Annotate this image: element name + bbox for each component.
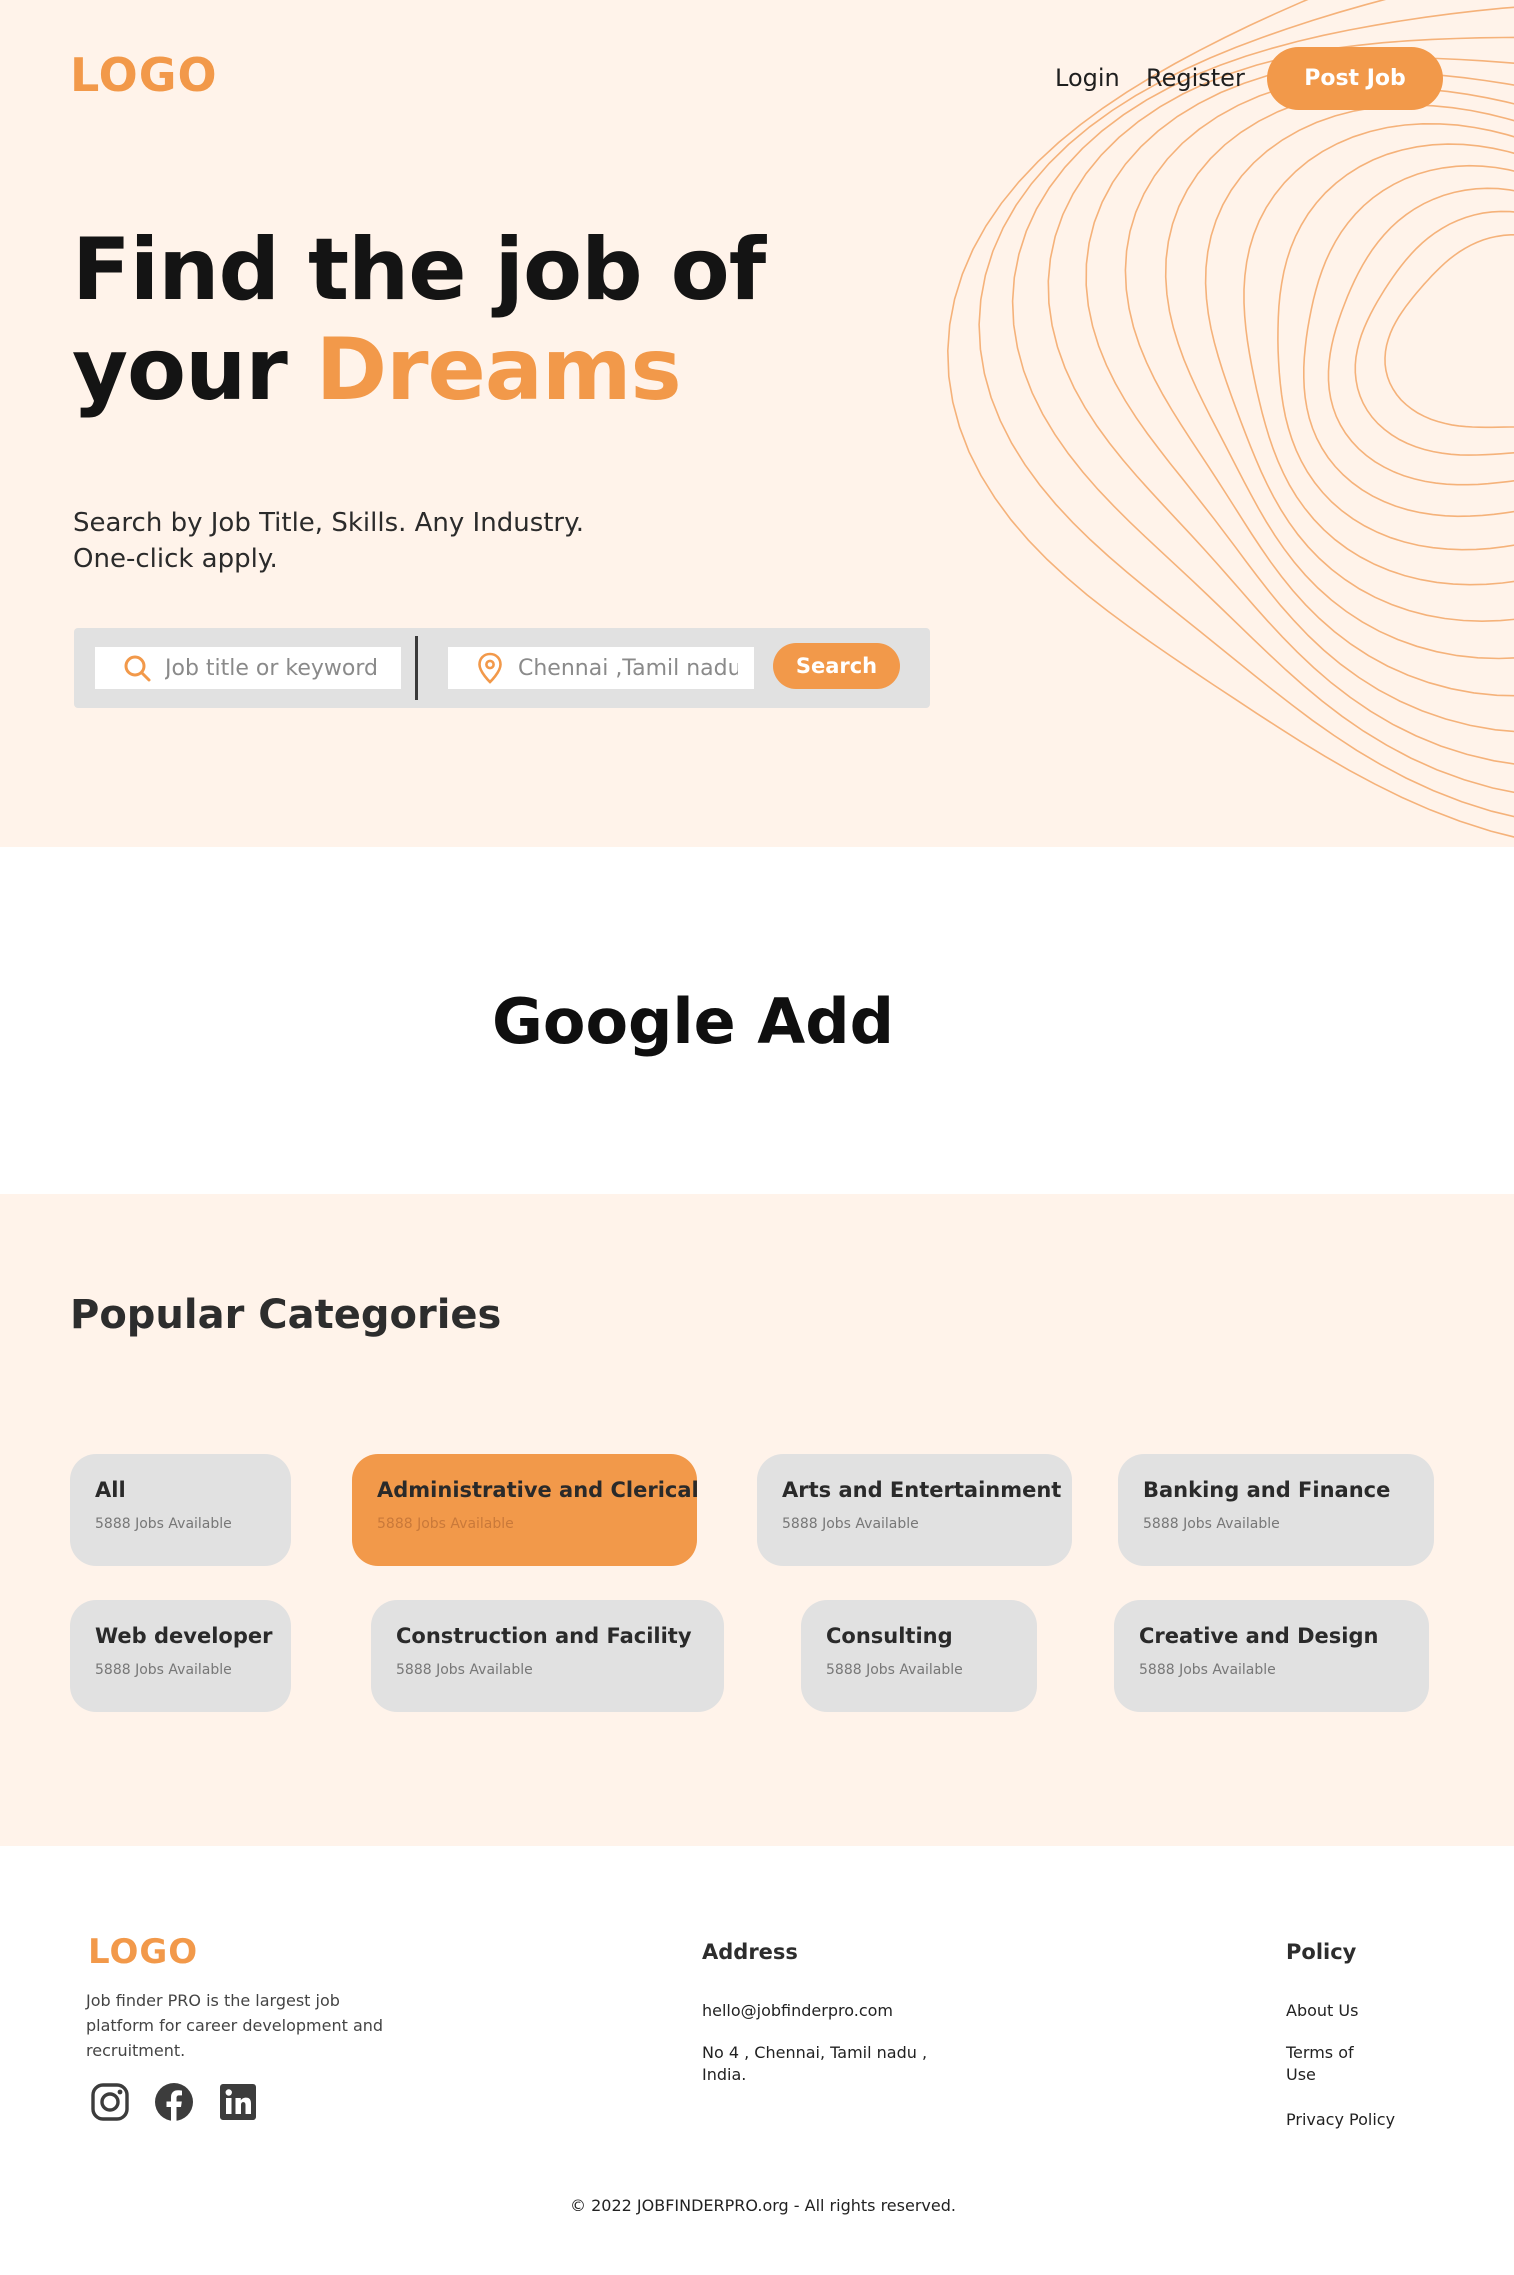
category-card-construction[interactable]: Construction and Facility 5888 Jobs Avai… xyxy=(371,1600,724,1712)
location-search-field[interactable] xyxy=(448,647,754,689)
footer-address-line-2: India. xyxy=(702,2065,747,2084)
wave-line xyxy=(1303,164,1514,518)
instagram-icon[interactable] xyxy=(90,2082,130,2122)
terms-line-2: Use xyxy=(1286,2065,1316,2084)
header-logo[interactable]: LOGO xyxy=(70,48,218,102)
category-card-consulting[interactable]: Consulting 5888 Jobs Available xyxy=(801,1600,1037,1712)
wave-line xyxy=(1327,187,1514,486)
category-count: 5888 Jobs Available xyxy=(95,1662,232,1678)
job-search-input[interactable] xyxy=(165,655,385,681)
category-count: 5888 Jobs Available xyxy=(396,1662,533,1678)
headline-line-1: Find the job of xyxy=(72,220,766,320)
search-bar: Search xyxy=(74,628,930,708)
footer-email[interactable]: hello@jobfinderpro.com xyxy=(702,2000,893,2022)
terms-line-1: Terms of xyxy=(1286,2043,1354,2062)
subline-2: One-click apply. xyxy=(73,544,278,574)
linkedin-icon[interactable] xyxy=(218,2082,258,2122)
category-card-administrative[interactable]: Administrative and Clerical 5888 Jobs Av… xyxy=(352,1454,699,1566)
ad-section: Google Add xyxy=(0,847,1514,1194)
footer-terms-link[interactable]: Terms of Use xyxy=(1286,2042,1354,2086)
subline-1: Search by Job Title, Skills. Any Industr… xyxy=(73,508,585,538)
footer-logo[interactable]: LOGO xyxy=(88,1932,198,1972)
post-job-button[interactable]: Post Job xyxy=(1267,47,1443,110)
category-name: Construction and Facility xyxy=(396,1624,692,1648)
category-count: 5888 Jobs Available xyxy=(782,1516,919,1532)
location-pin-icon xyxy=(462,647,518,689)
search-icon xyxy=(109,647,165,689)
wave-line xyxy=(1384,234,1514,429)
category-name: Consulting xyxy=(826,1624,953,1648)
search-button[interactable]: Search xyxy=(773,643,900,689)
wave-line xyxy=(946,0,1514,838)
category-name: All xyxy=(95,1478,126,1502)
social-links xyxy=(90,2082,258,2122)
category-card-web-developer[interactable]: Web developer 5888 Jobs Available xyxy=(70,1600,291,1712)
category-card-creative[interactable]: Creative and Design 5888 Jobs Available xyxy=(1114,1600,1429,1712)
wave-line xyxy=(1277,143,1514,551)
category-count: 5888 Jobs Available xyxy=(1143,1516,1280,1532)
category-count: 5888 Jobs Available xyxy=(1139,1662,1276,1678)
footer-address-line-1: No 4 , Chennai, Tamil nadu , xyxy=(702,2043,928,2062)
hero-subline: Search by Job Title, Skills. Any Industr… xyxy=(73,505,584,577)
footer-policy-heading: Policy xyxy=(1286,1940,1357,1964)
footer-description: Job finder PRO is the largest job platfo… xyxy=(86,1991,384,2060)
headline-line-2-prefix: your xyxy=(72,320,316,420)
hero-headline: Find the job of your Dreams xyxy=(72,220,766,420)
category-name: Banking and Finance xyxy=(1143,1478,1391,1502)
facebook-icon[interactable] xyxy=(154,2082,194,2122)
category-card-banking[interactable]: Banking and Finance 5888 Jobs Available xyxy=(1118,1454,1434,1566)
ad-placeholder-text[interactable]: Google Add xyxy=(0,985,1386,1058)
wave-line xyxy=(1164,87,1514,660)
location-search-input[interactable] xyxy=(518,655,738,681)
search-divider xyxy=(415,636,418,700)
category-card-arts[interactable]: Arts and Entertainment 5888 Jobs Availab… xyxy=(757,1454,1072,1566)
hero-section: LOGO Login Register Post Job Find the jo… xyxy=(0,0,1514,847)
popular-categories-section: Popular Categories All 5888 Jobs Availab… xyxy=(0,1194,1514,1846)
nav-register-link[interactable]: Register xyxy=(1146,64,1245,92)
footer-address-heading: Address xyxy=(702,1940,798,1964)
wave-line xyxy=(1354,210,1514,456)
wave-line xyxy=(1047,36,1514,765)
category-name: Web developer xyxy=(95,1624,273,1648)
category-name: Administrative and Clerical xyxy=(377,1478,699,1502)
category-card-all[interactable]: All 5888 Jobs Available xyxy=(70,1454,291,1566)
wave-line xyxy=(1085,57,1514,733)
decorative-wave-lines xyxy=(946,0,1514,838)
footer-about-link[interactable]: About Us xyxy=(1286,2000,1358,2022)
headline-accent-word: Dreams xyxy=(315,320,682,420)
nav-login-link[interactable]: Login xyxy=(1055,64,1120,92)
category-count: 5888 Jobs Available xyxy=(826,1662,963,1678)
footer-privacy-link[interactable]: Privacy Policy xyxy=(1286,2109,1395,2131)
category-count: 5888 Jobs Available xyxy=(377,1516,514,1532)
category-count: 5888 Jobs Available xyxy=(95,1516,232,1532)
category-name: Arts and Entertainment xyxy=(782,1478,1062,1502)
site-footer: LOGO Job finder PRO is the largest job p… xyxy=(0,1846,1514,2275)
category-name: Creative and Design xyxy=(1139,1624,1379,1648)
job-search-field[interactable] xyxy=(95,647,401,689)
footer-copyright: © 2022 JOBFINDERPRO.org - All rights res… xyxy=(570,2196,956,2215)
categories-title: Popular Categories xyxy=(70,1292,502,1338)
